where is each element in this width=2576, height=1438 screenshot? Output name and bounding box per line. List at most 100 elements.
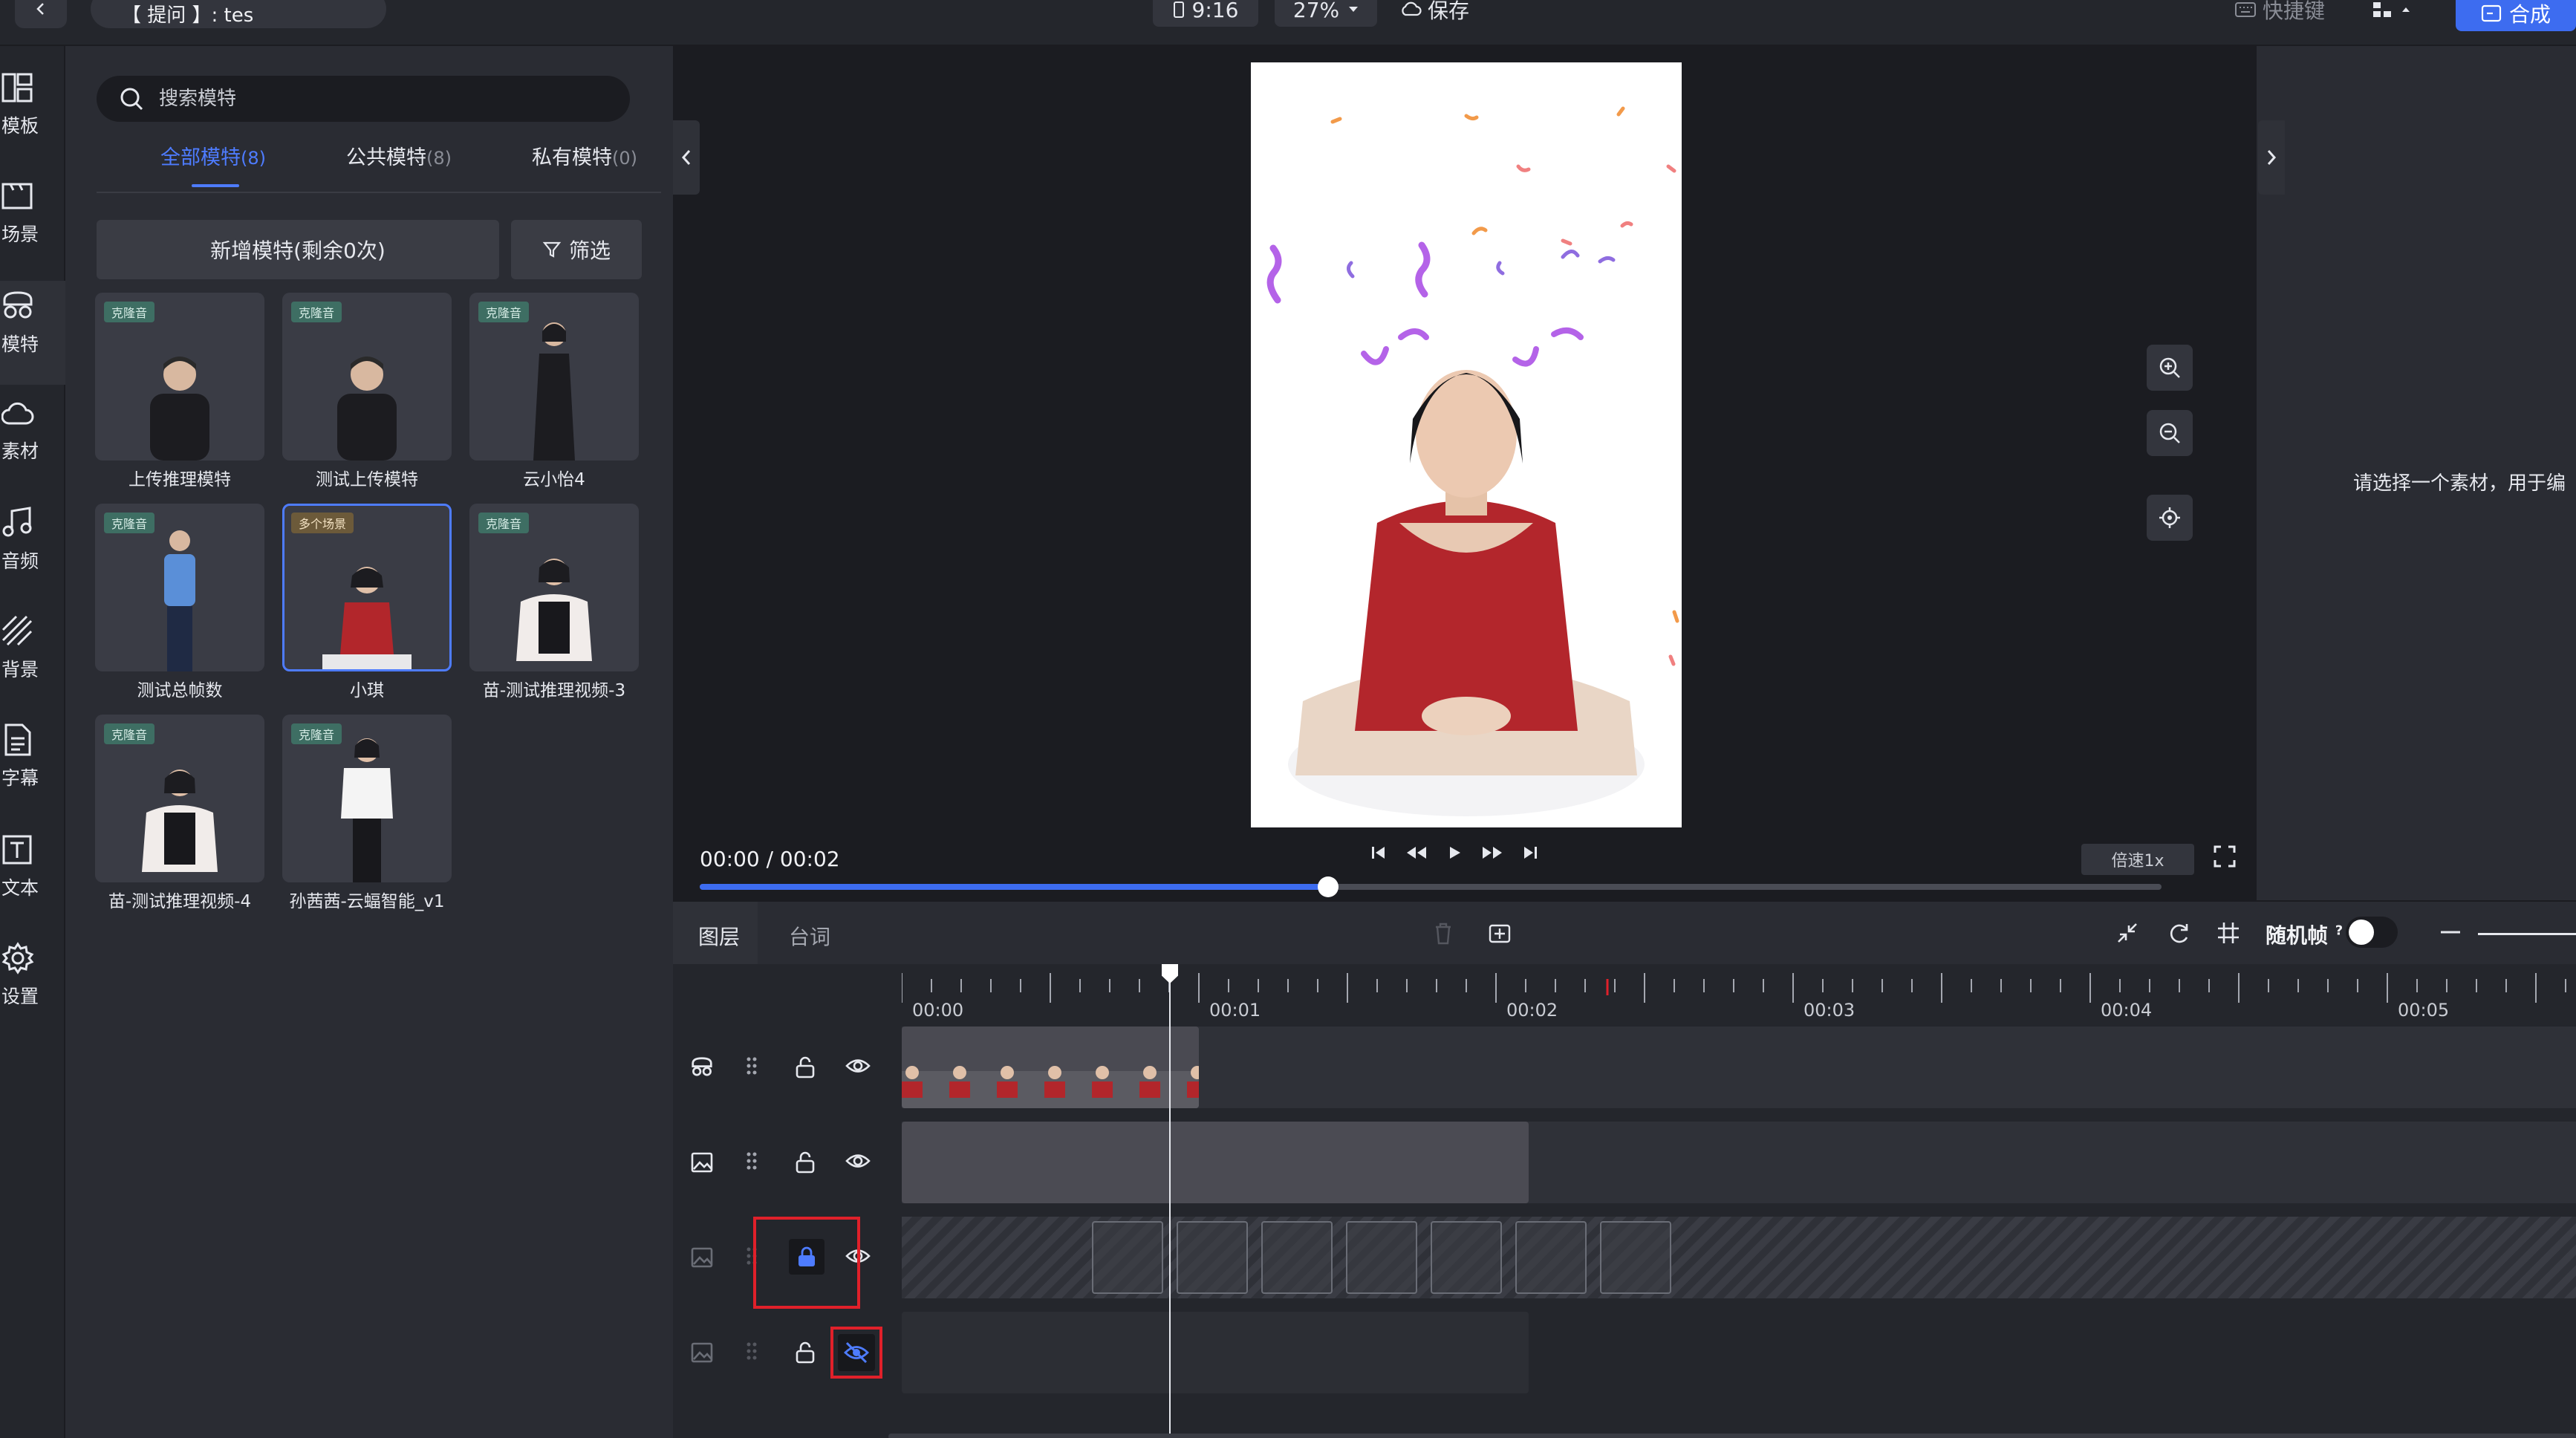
model-search[interactable]: [97, 76, 630, 122]
nav-scene[interactable]: 场景: [0, 180, 65, 284]
unlock-icon[interactable]: [795, 1341, 816, 1364]
unlock-icon[interactable]: [795, 1056, 816, 1078]
confetti-graphic: [1266, 106, 1679, 816]
track-image-hidden[interactable]: [902, 1312, 2576, 1393]
video-canvas[interactable]: [1251, 62, 1682, 827]
nav-text[interactable]: 文本: [0, 833, 65, 937]
image-clip[interactable]: [902, 1122, 1529, 1203]
tab-all-models[interactable]: 全部模特(8): [160, 141, 266, 170]
nav-settings[interactable]: 设置: [0, 942, 65, 1046]
locked-clip[interactable]: [1600, 1221, 1671, 1294]
fullscreen-icon[interactable]: [2214, 845, 2236, 868]
model-card-selected[interactable]: 多个场景 小琪: [282, 504, 452, 706]
collapse-right-button[interactable]: [2258, 120, 2285, 195]
eye-icon[interactable]: [845, 1151, 871, 1171]
model-card[interactable]: 克隆音 上传推理模特: [95, 293, 264, 495]
eye-icon[interactable]: [845, 1056, 871, 1076]
nav-material[interactable]: 素材: [0, 397, 65, 501]
delete-icon[interactable]: [1434, 923, 1453, 945]
locked-clip[interactable]: [1177, 1221, 1248, 1294]
chevron-left-icon: [36, 3, 44, 15]
frame-body: [1092, 1081, 1113, 1098]
tick-label: 00:00: [912, 1000, 964, 1021]
skip-start-icon[interactable]: [1370, 844, 1388, 862]
tab-lyrics[interactable]: 台词: [789, 921, 830, 951]
back-button[interactable]: [15, 0, 67, 28]
tab-private-models[interactable]: 私有模特(0): [532, 141, 637, 170]
playback-speed-button[interactable]: 倍速1x: [2081, 844, 2194, 875]
locate-button[interactable]: [2147, 495, 2193, 541]
model-card[interactable]: 克隆音 云小怡4: [469, 293, 639, 495]
locked-clip[interactable]: [1092, 1221, 1163, 1294]
zoom-out-button[interactable]: [2147, 410, 2193, 456]
compose-button[interactable]: 合成: [2456, 0, 2576, 31]
project-title[interactable]: 【 提问 】: tes: [91, 0, 386, 28]
playback-progress-bar[interactable]: [700, 876, 2162, 897]
zoom-selector[interactable]: 27%: [1275, 0, 1377, 27]
playback-progress-knob[interactable]: [1318, 876, 1339, 897]
hidden-image-clip[interactable]: [902, 1312, 1529, 1393]
search-input[interactable]: [159, 88, 605, 110]
locked-clip[interactable]: [1515, 1221, 1587, 1294]
model-card[interactable]: 克隆音 孙茜茜-云蝠智能_v1: [282, 715, 452, 917]
split-icon[interactable]: [1489, 923, 1511, 945]
model-card[interactable]: 克隆音 苗-测试推理视频-3: [469, 504, 639, 706]
time-ruler[interactable]: 00:00 00:01 00:02 00:03 00:04 00:05: [902, 973, 2576, 1021]
grid-icon[interactable]: [2216, 921, 2240, 945]
nav-template[interactable]: 模板: [0, 71, 65, 175]
drag-handle-icon[interactable]: [746, 1056, 758, 1076]
highlight-box: [753, 1217, 860, 1309]
filter-button[interactable]: 筛选: [511, 220, 642, 279]
filter-icon: [542, 241, 562, 258]
track-image-locked[interactable]: [902, 1217, 2576, 1298]
tick-label: 00:02: [1506, 1000, 1558, 1021]
layout-icon: [2373, 2, 2391, 17]
collapse-left-button[interactable]: [673, 120, 700, 195]
add-model-button[interactable]: 新增模特(剩余0次): [97, 220, 499, 279]
track-model[interactable]: [902, 1027, 2576, 1108]
random-frame-toggle[interactable]: [2346, 917, 2398, 948]
nav-audio[interactable]: 音频: [0, 507, 65, 611]
nav-subtitle[interactable]: 字幕: [0, 723, 65, 827]
locked-clip[interactable]: [1431, 1221, 1502, 1294]
empty-selection-hint: 请选择一个素材，用于编: [2353, 472, 2566, 495]
drag-handle-icon[interactable]: [746, 1151, 758, 1171]
aspect-ratio-value: 9:16: [1191, 0, 1239, 22]
minus-icon[interactable]: [2441, 930, 2460, 934]
chevron-right-icon: [2267, 150, 2277, 165]
model-card[interactable]: 克隆音 测试上传模特: [282, 293, 452, 495]
clone-voice-badge: 克隆音: [291, 302, 342, 322]
refresh-icon[interactable]: [2167, 921, 2191, 945]
save-button[interactable]: 保存: [1399, 0, 1469, 27]
timeline-scrollbar[interactable]: [888, 1434, 2576, 1438]
playhead[interactable]: [1162, 964, 1178, 1438]
shortcut-button[interactable]: 快捷键: [2234, 0, 2325, 27]
tab-public-label: 公共模特: [346, 146, 426, 169]
compose-label: 合成: [2508, 2, 2551, 27]
fast-forward-icon[interactable]: [1481, 844, 1503, 862]
man-figure-icon: [150, 357, 209, 461]
help-icon[interactable]: ?: [2335, 923, 2343, 939]
nav-model[interactable]: 模特: [0, 281, 65, 385]
model-clip[interactable]: [902, 1027, 1199, 1108]
locked-clip[interactable]: [1346, 1221, 1417, 1294]
timeline-zoom-slider[interactable]: [2478, 933, 2576, 935]
locked-clip[interactable]: [1261, 1221, 1333, 1294]
rewind-icon[interactable]: [1405, 844, 1428, 862]
model-card[interactable]: 克隆音 苗-测试推理视频-4: [95, 715, 264, 917]
tab-layers[interactable]: 图层: [698, 921, 740, 951]
layout-switch-button[interactable]: [2365, 0, 2417, 27]
tab-public-models[interactable]: 公共模特(8): [346, 141, 452, 170]
unlock-icon[interactable]: [795, 1151, 816, 1174]
play-icon[interactable]: [1445, 844, 1463, 862]
skip-end-icon[interactable]: [1521, 844, 1539, 862]
track-image[interactable]: [902, 1122, 2576, 1203]
nav-background[interactable]: 背景: [0, 615, 65, 719]
aspect-ratio-selector[interactable]: 9:16: [1153, 0, 1258, 27]
model-card[interactable]: 克隆音 测试总帧数: [95, 504, 264, 706]
model-name: 测试上传模特: [316, 470, 418, 489]
drag-handle-icon[interactable]: [746, 1341, 758, 1361]
zoom-in-button[interactable]: [2147, 345, 2193, 391]
image-icon: [691, 1247, 713, 1268]
shrink-icon[interactable]: [2115, 921, 2139, 945]
